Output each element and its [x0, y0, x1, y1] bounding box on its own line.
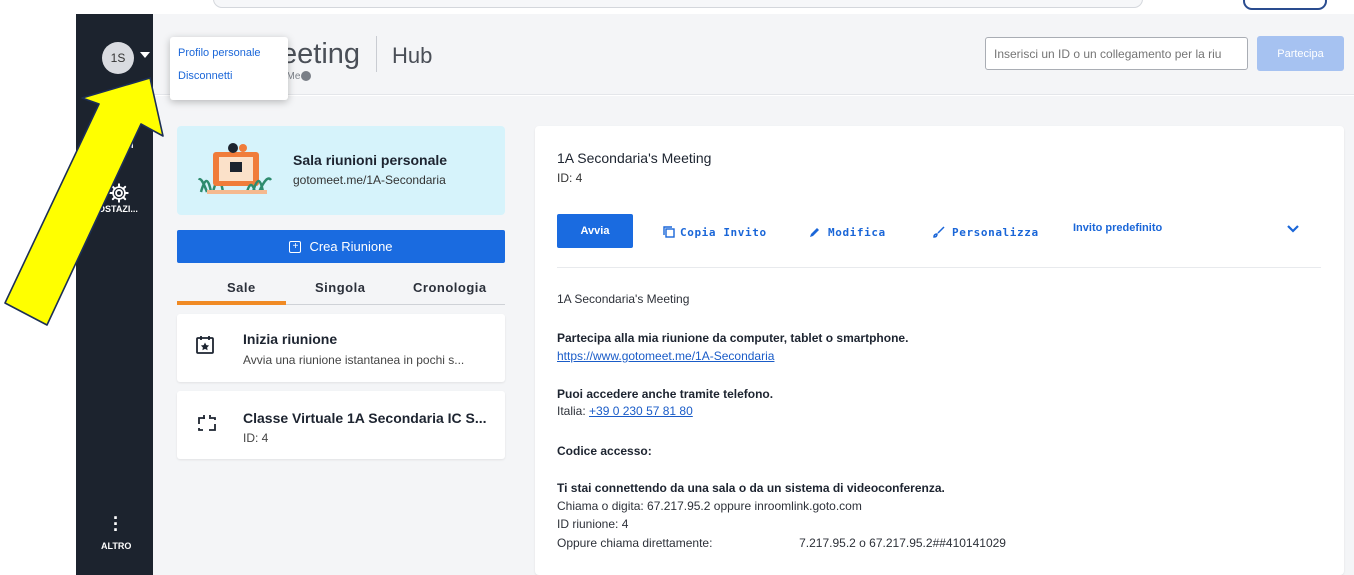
room-title: Sala riunioni personale — [293, 152, 448, 168]
tab-sale[interactable]: Sale — [227, 280, 256, 295]
create-meeting-label: Crea Riunione — [309, 239, 393, 254]
customize-button[interactable]: Personalizza — [952, 226, 1039, 239]
room-illustration-icon — [197, 143, 273, 194]
top-strip — [153, 0, 1354, 14]
create-meeting-button[interactable]: + Crea Riunione — [177, 230, 505, 263]
calendar-star-icon — [196, 336, 214, 354]
menu-item-profile[interactable]: Profilo personale — [178, 46, 280, 69]
invite-room-line: Ti stai connettendo da una sala o da un … — [557, 481, 945, 495]
list-item-subtitle: ID: 4 — [243, 431, 269, 445]
avatar[interactable]: 1S — [102, 42, 134, 74]
sidebar-item-meetings[interactable] — [76, 118, 153, 168]
pencil-icon — [810, 228, 819, 237]
profile-menu: Profilo personale Disconnetti — [170, 37, 288, 100]
join-button[interactable]: Partecipa — [1257, 36, 1344, 71]
invite-direct-line: Oppure chiama direttamente: 7.217.95.2 o… — [557, 536, 1006, 550]
address-bar — [213, 0, 1143, 8]
sidebar-item-label: I — [131, 140, 134, 150]
chevron-down-icon[interactable] — [1286, 224, 1300, 234]
direct-call-address: 7.217.95.2 o 67.217.95.2##410141029 — [799, 536, 1006, 550]
toggle-switch[interactable] — [1243, 0, 1327, 10]
sidebar — [76, 14, 153, 575]
invite-phone-line: Puoi accedere anche tramite telefono. — [557, 387, 774, 401]
start-button[interactable]: Avvia — [557, 214, 633, 248]
invite-dial-line: Chiama o digita: 67.217.95.2 oppure inro… — [557, 499, 862, 513]
copy-invite-button[interactable]: Copia Invito — [680, 226, 767, 239]
list-item-subtitle: Avvia una riunione istantanea in pochi s… — [243, 353, 465, 367]
sidebar-item-postazioni[interactable]: POSTAZI... — [92, 204, 152, 214]
add-icon: + — [289, 240, 302, 253]
kebab-icon[interactable]: · · · — [113, 509, 119, 539]
recurring-calendar-icon — [198, 415, 216, 431]
divider — [557, 267, 1321, 268]
menu-item-logout[interactable]: Disconnetti — [178, 69, 280, 92]
invite-join-link[interactable]: https://www.gotomeet.me/1A-Secondaria — [557, 349, 774, 363]
invite-heading: 1A Secondaria's Meeting — [557, 292, 690, 306]
edit-button[interactable]: Modifica — [828, 226, 886, 239]
list-item-title: Inizia riunione — [243, 331, 338, 347]
brush-icon — [933, 226, 945, 238]
phone-number-link[interactable]: +39 0 230 57 81 80 — [589, 404, 693, 418]
invite-phone-row: Italia: +39 0 230 57 81 80 — [557, 404, 693, 418]
left-margin — [0, 0, 76, 575]
chevron-down-icon[interactable] — [140, 52, 150, 58]
tab-singola[interactable]: Singola — [315, 280, 365, 295]
gear-icon[interactable] — [108, 182, 130, 204]
meeting-id: ID: 4 — [557, 171, 583, 185]
invite-template-select[interactable]: Invito predefinito — [1073, 222, 1162, 234]
room-url: gotomeet.me/1A-Secondaria — [293, 173, 446, 187]
list-item-title: Classe Virtuale 1A Secondaria IC S... — [243, 410, 487, 426]
header-divider — [376, 36, 377, 72]
tab-active-indicator — [177, 301, 286, 305]
invite-join-line: Partecipa alla mia riunione da computer,… — [557, 331, 909, 345]
invite-meeting-id: ID riunione: 4 — [557, 517, 629, 531]
country-label: Italia: — [557, 404, 590, 418]
access-code-label: Codice accesso: — [557, 444, 652, 458]
meeting-title: 1A Secondaria's Meeting — [557, 150, 712, 166]
sidebar-item-altro[interactable]: ALTRO — [101, 541, 131, 551]
tab-cronologia[interactable]: Cronologia — [413, 280, 487, 295]
direct-call-label: Oppure chiama direttamente: — [557, 536, 713, 550]
copy-icon — [663, 226, 675, 238]
list-item[interactable] — [177, 314, 505, 382]
page-title: Hub — [392, 43, 433, 68]
brand-logo: eeting — [281, 38, 361, 70]
meeting-id-input[interactable] — [985, 37, 1248, 70]
